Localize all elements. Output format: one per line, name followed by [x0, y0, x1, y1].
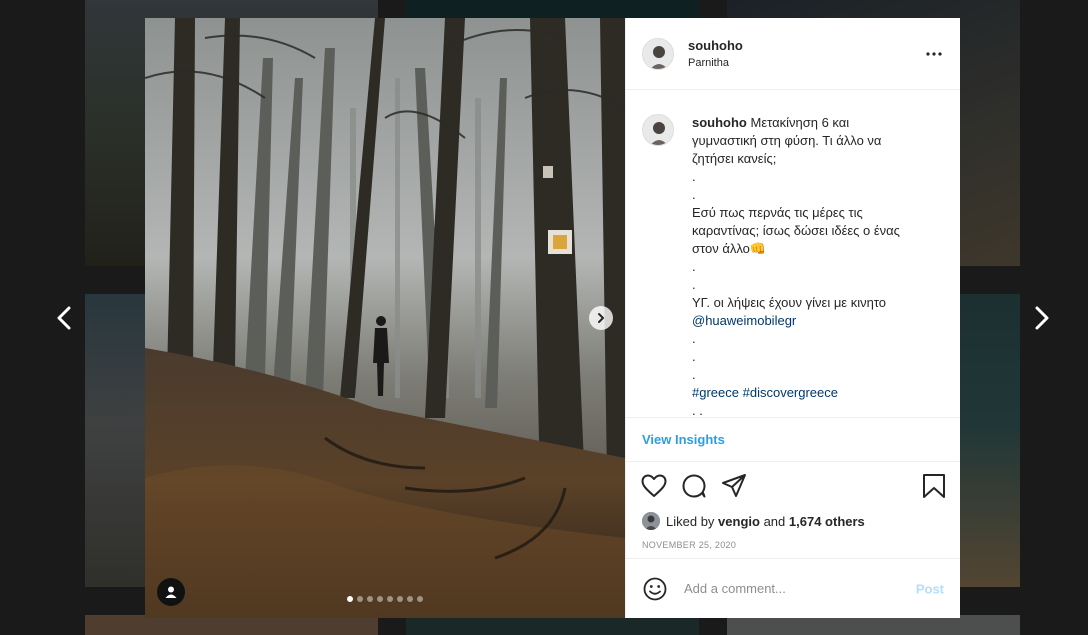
hashtag-link[interactable]: #discovergreece: [743, 385, 838, 400]
carousel-dot: [407, 596, 413, 602]
post-media[interactable]: [145, 18, 625, 618]
bookmark-icon: [923, 474, 945, 498]
likes-summary: Liked by vengio and 1,674 others: [626, 510, 960, 532]
emoji-button[interactable]: [642, 576, 668, 602]
chevron-right-icon: [1035, 306, 1049, 330]
post-comment-button[interactable]: Post: [916, 581, 944, 596]
chevron-right-icon: [598, 313, 604, 323]
chevron-left-icon: [57, 306, 71, 330]
carousel-dot: [417, 596, 423, 602]
mention-link[interactable]: @huaweimobilegr: [692, 312, 932, 330]
carousel-dot: [387, 596, 393, 602]
post-username[interactable]: souhoho: [688, 38, 743, 53]
carousel-indicators: [145, 596, 625, 602]
more-horizontal-icon: [926, 52, 942, 56]
comment-icon: [682, 474, 706, 498]
carousel-dot: [397, 596, 403, 602]
caption-area[interactable]: souhoho Μετακίνηση 6 και γυμναστική στη …: [626, 90, 960, 418]
caption-username[interactable]: souhoho: [692, 115, 747, 130]
hashtag-link[interactable]: #greece: [692, 385, 739, 400]
next-post-button[interactable]: [1026, 303, 1056, 333]
avatar[interactable]: [642, 114, 674, 146]
likes-others-link[interactable]: 1,674 others: [789, 514, 865, 529]
post-modal: souhoho Parnitha souhoho Μετακίνηση 6 κα…: [145, 18, 960, 618]
comment-input[interactable]: [682, 580, 906, 597]
prev-post-button[interactable]: [50, 303, 80, 333]
liker-username[interactable]: vengio: [718, 514, 760, 529]
heart-icon: [641, 474, 667, 497]
emoji-icon: [643, 577, 667, 600]
like-button[interactable]: [640, 472, 668, 500]
carousel-dot: [357, 596, 363, 602]
share-button[interactable]: [720, 472, 748, 500]
comment-button[interactable]: [680, 472, 708, 500]
action-bar: [626, 462, 960, 510]
media-next-button[interactable]: [589, 306, 613, 330]
avatar-image: [642, 512, 660, 530]
post-date: NOVEMBER 25, 2020: [626, 532, 960, 559]
view-insights-link[interactable]: View Insights: [642, 432, 725, 447]
avatar[interactable]: [642, 512, 660, 530]
send-icon: [722, 474, 746, 497]
post-location[interactable]: Parnitha: [688, 57, 743, 69]
carousel-dot: [377, 596, 383, 602]
caption-text: souhoho Μετακίνηση 6 και γυμναστική στη …: [692, 114, 932, 417]
insights-bar: View Insights: [626, 418, 960, 462]
more-options-button[interactable]: [924, 44, 944, 64]
save-button[interactable]: [920, 472, 948, 500]
post-header: souhoho Parnitha: [626, 18, 960, 90]
forest-photo: [145, 18, 625, 618]
carousel-dot: [367, 596, 373, 602]
avatar[interactable]: [642, 37, 674, 70]
carousel-dot: [347, 596, 353, 602]
avatar-image: [643, 115, 673, 145]
avatar-image: [643, 38, 673, 69]
post-sidebar: souhoho Parnitha souhoho Μετακίνηση 6 κα…: [625, 18, 960, 618]
comment-box: Post: [626, 559, 960, 618]
